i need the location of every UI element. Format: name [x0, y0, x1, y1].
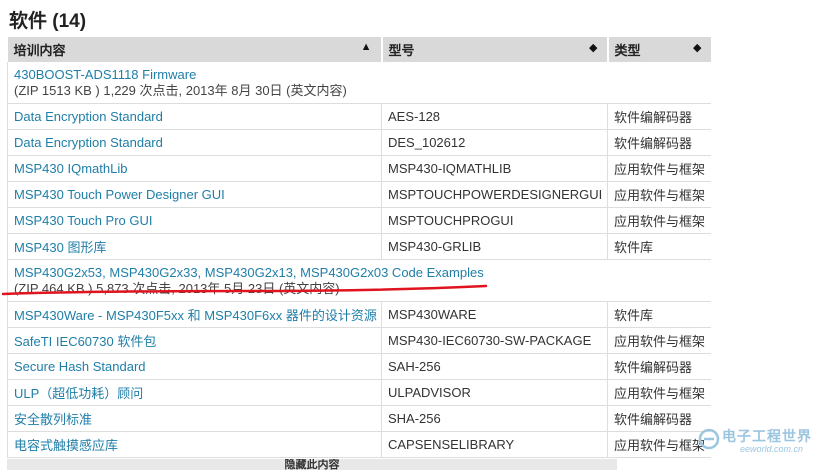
software-link[interactable]: SafeTI IEC60730 软件包 — [14, 334, 156, 349]
watermark-logo: 电子工程世界 eeworld.com.cn — [698, 426, 816, 456]
type-cell: 软件库 — [607, 301, 711, 328]
table-row: ULP（超低功耗）顾问 ULPADVISOR 应用软件与框架 — [7, 379, 711, 406]
section-title: 软件 (14) — [9, 11, 87, 32]
type-cell: 应用软件与框架 — [607, 327, 711, 354]
hide-content-button[interactable]: 隐藏此内容 — [7, 459, 617, 470]
column-header-type[interactable]: 类型 ◆ — [607, 37, 711, 62]
table-row: 430BOOST-ADS1118 Firmware (ZIP 1513 KB )… — [7, 62, 711, 104]
software-link[interactable]: MSP430G2x53, MSP430G2x33, MSP430G2x13, M… — [14, 265, 484, 280]
model-cell: MSPTOUCHPROGUI — [381, 207, 608, 234]
software-link[interactable]: MSP430 图形库 — [14, 240, 106, 255]
column-header-title[interactable]: 培训内容 ▲ — [7, 37, 383, 62]
file-meta: (ZIP 1513 KB ) 1,229 次点击, 2013年 8月 30日 (… — [14, 82, 347, 98]
model-cell: MSP430-IQMATHLIB — [381, 155, 608, 182]
table-row: 安全散列标准 SHA-256 软件编解码器 — [7, 405, 711, 432]
software-table: 培训内容 ▲ 型号 ◆ 类型 ◆ 430BOOST-ADS1118 Firmwa… — [7, 37, 711, 458]
table-header-row: 培训内容 ▲ 型号 ◆ 类型 ◆ — [7, 37, 711, 62]
software-link[interactable]: MSP430 Touch Pro GUI — [14, 213, 153, 228]
model-cell: CAPSENSELIBRARY — [381, 431, 608, 458]
column-header-label: 培训内容 — [13, 43, 66, 58]
red-underline-annotation — [2, 284, 488, 296]
column-header-label: 类型 — [614, 43, 641, 58]
eeworld-logo-icon — [698, 428, 720, 450]
type-cell: 应用软件与框架 — [607, 207, 711, 234]
table-row: 电容式触摸感应库 CAPSENSELIBRARY 应用软件与框架 — [7, 431, 711, 458]
model-cell: MSP430-IEC60730-SW-PACKAGE — [381, 327, 608, 354]
type-cell: 应用软件与框架 — [607, 431, 711, 458]
table-row: Data Encryption Standard AES-128 软件编解码器 — [7, 103, 711, 130]
sort-both-icon[interactable]: ◆ — [693, 41, 701, 54]
sort-up-icon[interactable]: ▲ — [361, 41, 372, 53]
model-cell: SAH-256 — [381, 353, 608, 380]
column-header-label: 型号 — [388, 43, 415, 58]
type-cell: 应用软件与框架 — [607, 181, 711, 208]
software-link[interactable]: Data Encryption Standard — [14, 135, 163, 150]
column-header-model[interactable]: 型号 ◆ — [381, 37, 609, 62]
model-cell: MSP430-GRLIB — [381, 233, 608, 260]
model-cell: MSP430WARE — [381, 301, 608, 328]
type-cell: 软件编解码器 — [607, 103, 711, 130]
table-row: SafeTI IEC60730 软件包 MSP430-IEC60730-SW-P… — [7, 327, 711, 354]
software-link[interactable]: ULP（超低功耗）顾问 — [14, 386, 143, 401]
sort-both-icon[interactable]: ◆ — [589, 41, 597, 54]
software-link[interactable]: 430BOOST-ADS1118 Firmware — [14, 67, 196, 82]
type-cell: 应用软件与框架 — [607, 155, 711, 182]
model-cell: MSPTOUCHPOWERDESIGNERGUI — [381, 181, 608, 208]
software-link[interactable]: Data Encryption Standard — [14, 109, 163, 124]
table-row: MSP430 IQmathLib MSP430-IQMATHLIB 应用软件与框… — [7, 155, 711, 182]
software-link[interactable]: Secure Hash Standard — [14, 359, 146, 374]
type-cell: 软件编解码器 — [607, 353, 711, 380]
watermark-sub-text: eeworld.com.cn — [740, 444, 804, 454]
table-row: Secure Hash Standard SAH-256 软件编解码器 — [7, 353, 711, 380]
software-link[interactable]: MSP430 IQmathLib — [14, 161, 127, 176]
type-cell: 软件库 — [607, 233, 711, 260]
model-cell: SHA-256 — [381, 405, 608, 432]
software-link[interactable]: MSP430Ware - MSP430F5xx 和 MSP430F6xx 器件的… — [14, 308, 377, 323]
type-cell: 软件编解码器 — [607, 405, 711, 432]
model-cell: AES-128 — [381, 103, 608, 130]
software-link[interactable]: 电容式触摸感应库 — [14, 438, 118, 453]
software-link[interactable]: 安全散列标准 — [14, 412, 92, 427]
table-row: Data Encryption Standard DES_102612 软件编解… — [7, 129, 711, 156]
table-row: MSP430Ware - MSP430F5xx 和 MSP430F6xx 器件的… — [7, 301, 711, 328]
table-row: MSP430 图形库 MSP430-GRLIB 软件库 — [7, 233, 711, 260]
software-link[interactable]: MSP430 Touch Power Designer GUI — [14, 187, 225, 202]
table-row: MSP430 Touch Power Designer GUI MSPTOUCH… — [7, 181, 711, 208]
merged-cell: 430BOOST-ADS1118 Firmware (ZIP 1513 KB )… — [7, 62, 711, 104]
model-cell: DES_102612 — [381, 129, 608, 156]
watermark-main-text: 电子工程世界 — [722, 428, 812, 444]
model-cell: ULPADVISOR — [381, 379, 608, 406]
table-row: MSP430 Touch Pro GUI MSPTOUCHPROGUI 应用软件… — [7, 207, 711, 234]
type-cell: 软件编解码器 — [607, 129, 711, 156]
type-cell: 应用软件与框架 — [607, 379, 711, 406]
